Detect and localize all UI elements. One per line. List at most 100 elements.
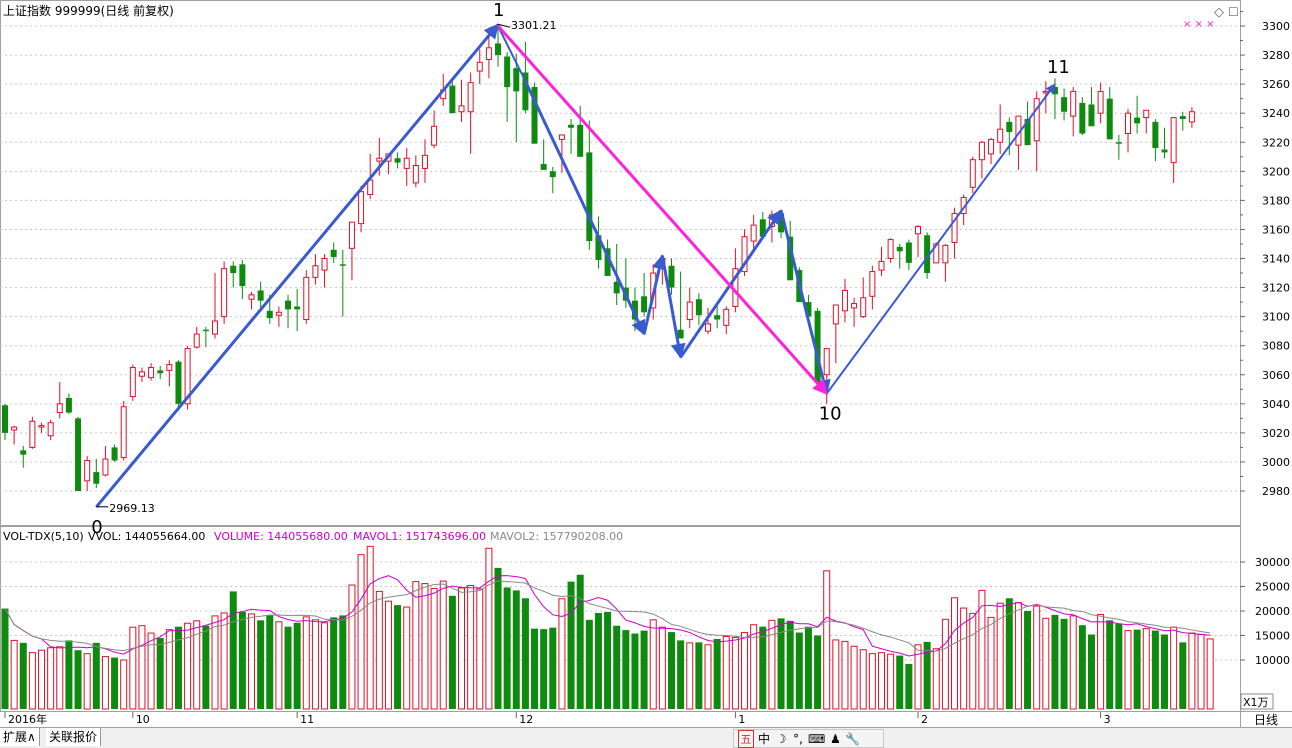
price-tick-label: 3100 (1262, 311, 1290, 324)
volume-bar-down (795, 632, 803, 709)
price-tick-label: 3000 (1262, 456, 1290, 469)
candle-body-up (686, 301, 693, 321)
volume-bar-down (540, 629, 548, 709)
candle-body-down (905, 242, 912, 263)
candle-body-down (1006, 121, 1013, 133)
volume-bar-up (1042, 617, 1050, 710)
volume-bar-up (184, 622, 192, 710)
candle-body-up (823, 348, 830, 376)
candle-body-down (239, 264, 246, 287)
candle-body-down (1161, 149, 1168, 153)
volume-bar-down (759, 626, 767, 709)
ime-user-icon[interactable]: ♟ (828, 732, 842, 746)
candle-body-up (705, 323, 712, 332)
candle-body-down (677, 329, 684, 339)
ime-tool-icon[interactable]: 🔧 (845, 732, 860, 746)
volume-bar-down (494, 567, 502, 709)
candle-body-up (1188, 111, 1195, 123)
candle-body-down (495, 43, 502, 56)
volume-bar-up (357, 554, 365, 710)
volume-bar-down (667, 632, 675, 709)
price-tick-label: 3220 (1262, 136, 1290, 149)
volume-tick-label: 20000 (1255, 605, 1290, 618)
candles (2, 24, 1195, 491)
volume-bar-up (941, 618, 949, 710)
volume-bar-down (631, 633, 639, 709)
candle-body-up (221, 268, 228, 318)
volume-bar-down (229, 591, 237, 709)
candle-body-up (969, 159, 976, 188)
volume-bar-up (1069, 615, 1077, 710)
ime-punct-icon[interactable]: °, (791, 732, 805, 746)
candle-body-up (211, 320, 218, 335)
ime-wubi-icon[interactable]: 五 (738, 729, 754, 748)
volume-bar-down (156, 637, 164, 709)
candle-body-up (120, 406, 127, 459)
volume-bar-up (887, 653, 895, 710)
ime-keyboard-icon[interactable]: ⌨ (808, 732, 825, 746)
wave-annotations: 0110112969.133301.21 (91, 0, 1070, 538)
candle-body-up (1070, 90, 1077, 117)
volume-bar-up (1097, 613, 1105, 710)
candle-body-up (421, 154, 428, 169)
ime-halfwidth-icon[interactable]: ☽ (774, 732, 788, 746)
volume-bar-up (1033, 605, 1041, 710)
candle-body-down (1134, 117, 1141, 124)
volume-bar-up (877, 652, 885, 710)
volume-bar-down (394, 605, 402, 709)
ime-chinese-icon[interactable]: 中 (757, 730, 771, 747)
candle-body-up (915, 226, 921, 235)
volume-label: VOLUME: 144055680.00 (214, 530, 348, 543)
volume-bar-up (1206, 638, 1214, 710)
volume-bar-up (1124, 630, 1132, 710)
volume-bar-down (284, 626, 292, 709)
diamond-icon[interactable]: ◇ (1214, 5, 1224, 20)
candle-body-up (11, 426, 18, 431)
value-label: 2969.13 (109, 502, 155, 515)
wave-line-wave (679, 209, 783, 359)
volume-legend: VOL-TDX(5,10) VVOL: 144055664.00 VOLUME:… (3, 530, 623, 543)
volume-bar-down (814, 635, 822, 709)
volume-bar-down (1161, 634, 1169, 709)
volume-bar-up (321, 622, 329, 710)
volume-bar-down (448, 595, 456, 709)
price-tick-label: 3080 (1262, 340, 1290, 353)
candle-body-down (641, 296, 648, 313)
candle-body-up (321, 258, 328, 271)
wave-line-wave (95, 23, 500, 508)
candle-body-down (1115, 142, 1122, 144)
volume-bar-down (1060, 618, 1068, 709)
volume-bar-down (512, 590, 520, 709)
vol-indicator-label: VOL-TDX(5,10) (3, 530, 84, 543)
candle-body-up (303, 276, 310, 321)
candle-body-up (403, 157, 410, 169)
volume-bar-up (28, 652, 36, 710)
volume-bar-up (302, 616, 310, 710)
candle-body-up (431, 125, 438, 146)
volume-bar-down (713, 638, 721, 709)
period-label: 日线 (1254, 713, 1278, 727)
related-quotes-tab[interactable]: 关联报价 (46, 728, 102, 746)
kline-chart[interactable]: 2980 3000 3020 3040 3060 3080 3100 3120 3140 3160… (0, 0, 1292, 727)
volume-tick-label: 10000 (1255, 654, 1290, 667)
volume-bar-up (741, 632, 749, 710)
candle-body-up (29, 420, 36, 448)
price-tick-label: 3260 (1262, 78, 1290, 91)
volume-bar-down (905, 663, 913, 709)
volume-bar-down (695, 642, 703, 709)
volume-bar-down (567, 581, 575, 709)
candle-body-down (1079, 103, 1086, 134)
candle-body-up (997, 128, 1004, 143)
volume-bar-down (1024, 611, 1032, 709)
volume-bar-up (38, 649, 46, 710)
volume-bar-up (47, 647, 55, 710)
candle-body-up (851, 303, 858, 309)
candle-body-down (695, 299, 702, 316)
square-icon[interactable]: ☐ (1228, 5, 1239, 19)
volume-bar-down (1151, 630, 1159, 709)
price-tick-label: 3040 (1262, 398, 1290, 411)
volume-bar-up (366, 545, 374, 710)
candle-body-down (568, 124, 575, 128)
expand-tab[interactable]: 扩展∧ (0, 728, 40, 746)
price-tick-label: 3200 (1262, 165, 1290, 178)
